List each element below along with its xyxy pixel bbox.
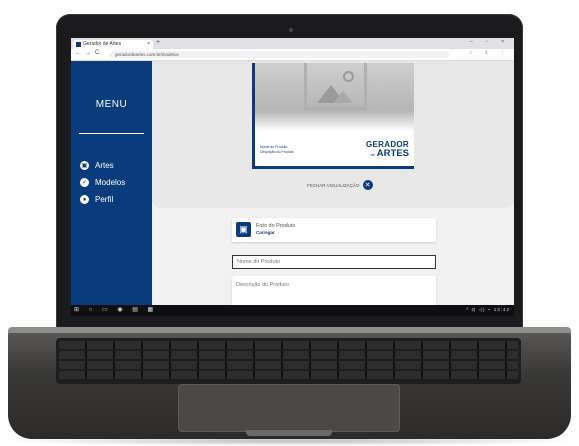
art-product-text: Nome do Produto Descrição do Produto [260, 145, 294, 154]
sidebar-item-label: Perfil [95, 195, 114, 204]
taskbar: ⊞ ○ ▭ ◉ ▤ ▦ ^ ⊡ ◁) ⌁ 13:42 [71, 305, 514, 316]
preview-panel: Nome do Produto Descrição do Produto GER… [152, 61, 514, 208]
check-icon: ✓ [80, 178, 89, 187]
close-preview-label: FECHAR VISUALIZAÇÃO [307, 182, 360, 188]
sidebar-item-perfil[interactable]: ● Perfil [80, 195, 113, 204]
reload-icon[interactable]: C [95, 50, 99, 56]
sidebar: MENU ▣ Artes ✓ Modelos ● Perfil [71, 61, 152, 305]
brand-line2: ARTES [376, 148, 409, 159]
tab-bar: Gerador de Artes × + – ▫ × [71, 38, 514, 49]
art-product-desc: Descrição do Produto [260, 149, 294, 154]
key-row [59, 341, 518, 349]
laptop-hinge [8, 327, 571, 333]
key-row [59, 351, 518, 359]
sidebar-item-artes[interactable]: ▣ Artes [80, 161, 114, 170]
system-tray[interactable]: ^ ⊡ ◁) ⌁ 13:42 [466, 307, 510, 313]
close-preview-icon[interactable]: ✕ [362, 180, 373, 190]
forward-icon[interactable]: → [85, 50, 91, 56]
art-preview: Nome do Produto Descrição do Produto GER… [252, 63, 414, 169]
sidebar-item-label: Artes [95, 161, 114, 170]
menu-divider [79, 133, 144, 134]
mountain-shape [333, 91, 353, 103]
sidebar-item-modelos[interactable]: ✓ Modelos [80, 178, 125, 187]
key-row [59, 371, 518, 379]
menu-title: MENU [95, 99, 128, 110]
product-name-field[interactable]: Nome do Produto [232, 255, 436, 269]
screen: Gerador de Artes × + – ▫ × ← → C gerador… [71, 38, 514, 316]
user-icon: ● [80, 195, 89, 204]
back-icon[interactable]: ← [75, 50, 81, 56]
taskbar-apps[interactable]: ⊞ ○ ▭ ◉ ▤ ▦ [74, 306, 157, 313]
sidebar-item-label: Modelos [95, 178, 126, 187]
image-placeholder-icon [304, 63, 367, 110]
lid-notch [246, 430, 332, 436]
address-actions[interactable]: ☆ ⇩ ⋮ [469, 50, 510, 56]
brand-logo: GERADOR de ARTES [366, 140, 409, 159]
main-content: Nome do Produto Descrição do Produto GER… [152, 61, 514, 309]
webcam [289, 28, 293, 32]
photo-upload-button[interactable]: ▣ Foto do Produto Carregar [232, 218, 436, 242]
sun-shape [343, 71, 354, 82]
upload-subtitle: Carregar [256, 230, 275, 235]
photo-icon: ▣ [236, 222, 251, 237]
favicon-icon [76, 42, 81, 47]
window-controls[interactable]: – ▫ × [470, 39, 510, 45]
address-bar: ← → C geradordeartes.com.br/modelos ☆ ⇩ … [71, 49, 514, 61]
brand-line2-wrap: de ARTES [366, 149, 409, 159]
key-row [59, 361, 518, 369]
image-icon: ▣ [80, 161, 89, 170]
new-tab-button[interactable]: + [156, 39, 160, 46]
brand-of: de [370, 152, 375, 157]
upload-title: Foto do Produto [256, 223, 296, 229]
tab-title: Gerador de Artes [83, 41, 122, 47]
keyboard [56, 338, 521, 384]
browser-tab[interactable]: Gerador de Artes × [73, 40, 153, 49]
trackpad [178, 384, 400, 432]
tab-close-icon[interactable]: × [147, 40, 150, 49]
close-preview-row[interactable]: FECHAR VISUALIZAÇÃO ✕ [307, 180, 373, 190]
url-input[interactable]: geradordeartes.com.br/modelos [109, 51, 449, 58]
